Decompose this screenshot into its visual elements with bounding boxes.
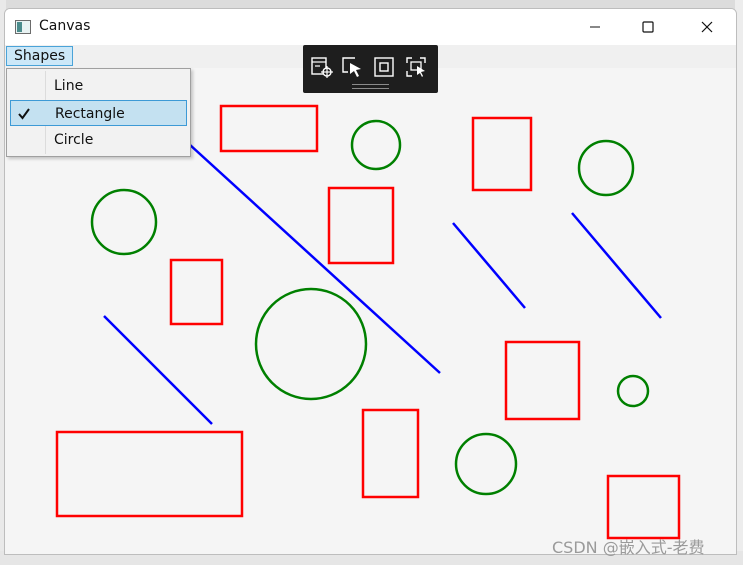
menu-item-rectangle[interactable]: Rectangle <box>10 100 187 126</box>
select-element-icon[interactable] <box>341 55 365 79</box>
menu-item-line[interactable]: Line <box>10 73 187 99</box>
lines-group <box>103 133 662 425</box>
title-bar[interactable]: Canvas <box>5 9 736 45</box>
line-shape <box>571 212 662 319</box>
app-icon <box>15 20 31 34</box>
shapes-dropdown-menu: Line Rectangle Circle <box>6 68 191 157</box>
window-title: Canvas <box>39 18 91 34</box>
display-layout-adorners-icon[interactable] <box>372 55 396 79</box>
rectangles-group <box>55 104 681 540</box>
watermark: CSDN @嵌入式-老费 <box>552 538 705 557</box>
minimize-button[interactable] <box>572 9 618 45</box>
line-shape <box>103 315 213 425</box>
menu-item-label: Rectangle <box>55 106 125 122</box>
circle-shape <box>254 287 368 401</box>
close-button[interactable] <box>684 9 730 45</box>
circle-shape <box>454 432 518 496</box>
minimize-icon <box>590 26 600 28</box>
line-shape <box>177 133 441 374</box>
rectangle-shape <box>55 430 244 518</box>
xaml-debug-toolbar <box>303 45 438 93</box>
circle-shape <box>616 374 650 408</box>
live-tree-icon[interactable] <box>310 55 334 79</box>
maximize-icon <box>642 21 654 33</box>
rectangle-shape <box>327 186 395 265</box>
rectangle-shape <box>504 340 581 421</box>
circle-shape <box>577 139 635 197</box>
menu-item-circle[interactable]: Circle <box>10 127 187 153</box>
maximize-button[interactable] <box>625 9 671 45</box>
line-shape <box>452 222 526 309</box>
rectangle-shape <box>361 408 420 499</box>
rectangle-shape <box>169 258 224 326</box>
menu-item-label: Circle <box>54 132 94 148</box>
rectangle-shape <box>471 116 533 192</box>
menu-shapes[interactable]: Shapes <box>6 46 74 66</box>
track-focus-icon[interactable] <box>404 55 428 79</box>
menu-item-label: Line <box>54 78 84 94</box>
close-icon <box>701 21 713 33</box>
rectangle-shape <box>219 104 319 153</box>
toolbar-grip[interactable] <box>352 84 389 89</box>
circle-shape <box>350 119 402 171</box>
checkmark-icon <box>18 108 30 120</box>
circle-shape <box>90 188 158 256</box>
rectangle-shape <box>606 474 681 540</box>
